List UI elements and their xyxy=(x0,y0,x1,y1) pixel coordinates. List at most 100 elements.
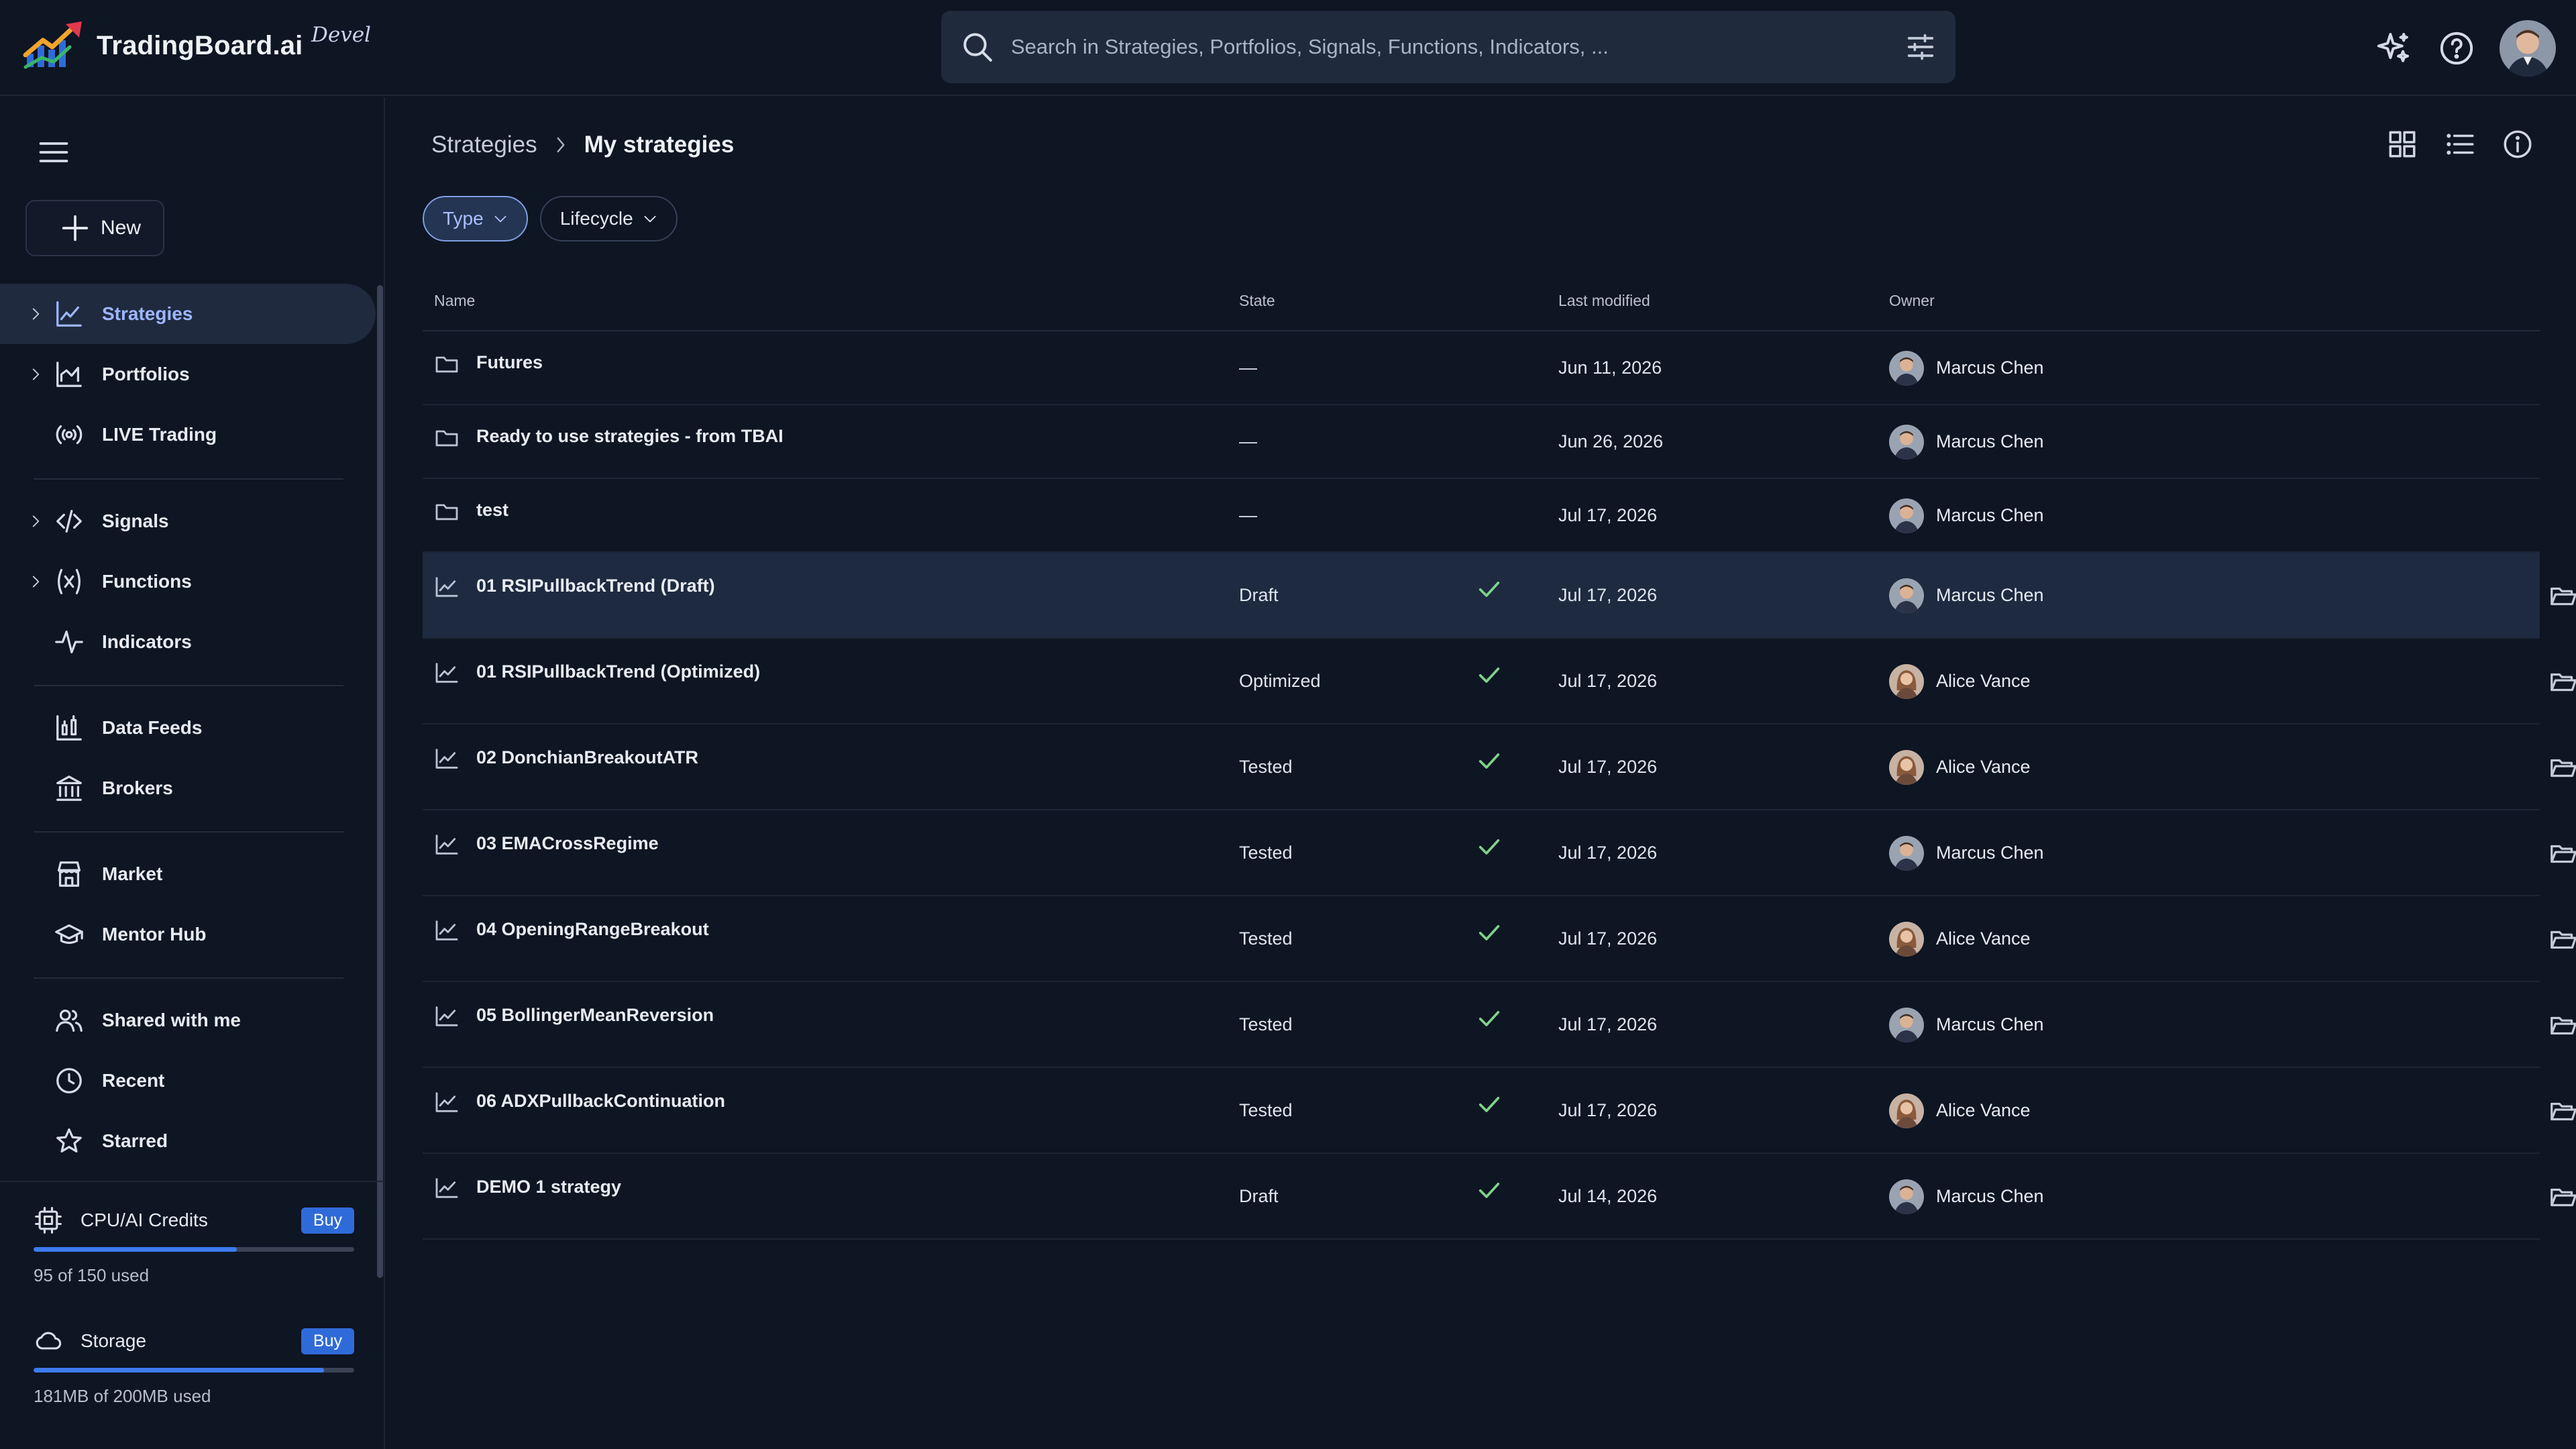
sidebar-item-indicators[interactable]: Indicators xyxy=(0,612,376,672)
chevron-right-icon[interactable] xyxy=(27,513,44,530)
search-input[interactable] xyxy=(1011,11,1870,83)
strategy-chart-icon xyxy=(435,1092,458,1112)
table-row[interactable]: DEMO 1 strategy Draft Jul 14, 2026 Marcus C… xyxy=(423,1154,2576,1240)
avatar-image xyxy=(1889,664,1924,699)
sidebar-item-shared-with-me[interactable]: Shared with me xyxy=(0,990,376,1051)
column-header-last-modified[interactable]: Last modified xyxy=(1558,292,1650,310)
sidebar-item-functions[interactable]: Functions xyxy=(0,551,376,612)
move-to-folder-icon[interactable] xyxy=(2548,1181,2576,1212)
lifecycle-filter[interactable]: Lifecycle xyxy=(539,196,678,241)
global-search[interactable] xyxy=(941,11,1955,83)
avatar-image xyxy=(1889,578,1924,613)
table-row[interactable]: Futures — Jun 11, 2026 Marcus Chen xyxy=(423,331,2540,405)
sidebar-divider xyxy=(34,685,343,686)
page-title: My strategies xyxy=(584,131,735,158)
folder-icon xyxy=(435,430,458,447)
logo-icon xyxy=(23,21,82,69)
breadcrumb-parent[interactable]: Strategies xyxy=(431,131,537,158)
row-name[interactable]: 05 BollingerMeanReversion xyxy=(476,1005,714,1026)
sidebar-item-strategies[interactable]: Strategies xyxy=(0,284,376,344)
header-actions xyxy=(2353,20,2556,76)
new-button[interactable]: New xyxy=(25,200,164,256)
row-name[interactable]: 04 OpeningRangeBreakout xyxy=(476,919,709,940)
check-icon xyxy=(1479,1011,1500,1026)
check-icon xyxy=(1479,925,1500,941)
table-row[interactable]: 05 BollingerMeanReversion Tested Jul 17, 2… xyxy=(423,982,2576,1068)
ai-assistant-button[interactable] xyxy=(2371,25,2416,71)
column-header-owner[interactable]: Owner xyxy=(1889,292,1935,310)
column-header-state[interactable]: State xyxy=(1239,292,1275,310)
move-to-folder-icon[interactable] xyxy=(2548,924,2576,955)
filter-settings-icon[interactable] xyxy=(1903,30,1938,64)
table-row[interactable]: 01 RSIPullbackTrend (Optimized) Optimized… xyxy=(423,639,2576,724)
chevron-right-icon[interactable] xyxy=(27,573,44,590)
row-state: Optimized xyxy=(1239,671,1321,691)
portfolio-chart-icon xyxy=(56,362,82,387)
row-state: Draft xyxy=(1239,1186,1279,1206)
column-header-name[interactable]: Name xyxy=(434,292,475,310)
check-icon xyxy=(1479,839,1500,855)
sidebar-item-live-trading[interactable]: LIVE Trading xyxy=(0,405,376,465)
sidebar-item-recent[interactable]: Recent xyxy=(0,1051,376,1111)
chevron-right-icon[interactable] xyxy=(27,305,44,323)
strategy-chart-icon xyxy=(56,301,82,327)
row-name[interactable]: DEMO 1 strategy xyxy=(476,1177,621,1197)
app-logo[interactable]: TradingBoard.ai xyxy=(23,20,303,71)
sidebar-item-starred[interactable]: Starred xyxy=(0,1111,376,1171)
menu-icon[interactable] xyxy=(36,135,71,170)
help-button[interactable] xyxy=(2434,25,2479,71)
row-name[interactable]: Ready to use strategies - from TBAI xyxy=(476,426,784,447)
quota-label: CPU/AI Credits xyxy=(80,1210,208,1230)
row-name[interactable]: 01 RSIPullbackTrend (Draft) xyxy=(476,576,715,596)
table-row[interactable]: 03 EMACrossRegime Tested Jul 17, 2026 Marcu… xyxy=(423,810,2576,896)
sidebar-item-brokers[interactable]: Brokers xyxy=(0,758,376,818)
row-last-modified: Jul 17, 2026 xyxy=(1558,1100,1658,1120)
move-to-folder-icon[interactable] xyxy=(2548,1010,2576,1040)
row-state: Tested xyxy=(1239,1100,1293,1120)
row-name[interactable]: test xyxy=(476,500,508,521)
sidebar-divider xyxy=(34,831,343,833)
broadcast-icon xyxy=(56,425,83,445)
strategy-chart-icon xyxy=(435,749,458,769)
sidebar-scrollbar[interactable] xyxy=(377,285,383,1278)
data-feeds-icon xyxy=(56,715,82,741)
row-name[interactable]: Futures xyxy=(476,352,543,373)
type-filter[interactable]: Type xyxy=(423,196,528,241)
table-row[interactable]: 01 RSIPullbackTrend (Draft) Draft Jul 17, … xyxy=(423,553,2576,639)
sidebar-item-portfolios[interactable]: Portfolios xyxy=(0,344,376,405)
table-row[interactable]: 04 OpeningRangeBreakout Tested Jul 17, 202… xyxy=(423,896,2576,982)
table-row[interactable]: test — Jul 17, 2026 Marcus Chen xyxy=(423,479,2540,553)
move-to-folder-icon[interactable] xyxy=(2548,666,2576,697)
row-name[interactable]: 02 DonchianBreakoutATR xyxy=(476,747,698,768)
check-icon xyxy=(1479,1183,1500,1198)
table-row[interactable]: Ready to use strategies - from TBAI — Jun … xyxy=(423,405,2540,479)
filter-label: Lifecycle xyxy=(559,208,633,229)
table-row[interactable]: 06 ADXPullbackContinuation Tested Jul 17, … xyxy=(423,1068,2576,1154)
row-name[interactable]: 06 ADXPullbackContinuation xyxy=(476,1091,725,1112)
filter-label: Type xyxy=(443,208,484,229)
sidebar-item-signals[interactable]: Signals xyxy=(0,491,376,551)
sidebar-item-market[interactable]: Market xyxy=(0,844,376,904)
owner-avatar xyxy=(1889,1008,1924,1042)
user-avatar[interactable] xyxy=(2500,20,2556,76)
move-to-folder-icon[interactable] xyxy=(2548,1095,2576,1126)
row-name[interactable]: 03 EMACrossRegime xyxy=(476,833,659,854)
move-to-folder-icon[interactable] xyxy=(2548,580,2576,611)
chevron-right-icon[interactable] xyxy=(27,366,44,383)
sidebar-item-data-feeds[interactable]: Data Feeds xyxy=(0,698,376,758)
list-view-icon[interactable] xyxy=(2443,127,2477,161)
cloud-icon xyxy=(36,1332,62,1350)
move-to-folder-icon[interactable] xyxy=(2548,838,2576,869)
grid-view-icon[interactable] xyxy=(2385,127,2419,161)
row-name[interactable]: 01 RSIPullbackTrend (Optimized) xyxy=(476,661,760,682)
owner-avatar xyxy=(1889,1179,1924,1214)
sidebar-item-mentor-hub[interactable]: Mentor Hub xyxy=(0,904,376,965)
avatar-image xyxy=(1889,922,1924,957)
info-icon[interactable] xyxy=(2501,127,2534,161)
avatar-image xyxy=(2500,20,2556,76)
buy-storage-button[interactable]: Buy xyxy=(301,1328,354,1354)
table-row[interactable]: 02 DonchianBreakoutATR Tested Jul 17, 2026… xyxy=(423,724,2576,810)
move-to-folder-icon[interactable] xyxy=(2548,752,2576,783)
sidebar-item-label: Functions xyxy=(102,571,192,592)
buy-credits-button[interactable]: Buy xyxy=(301,1207,354,1234)
